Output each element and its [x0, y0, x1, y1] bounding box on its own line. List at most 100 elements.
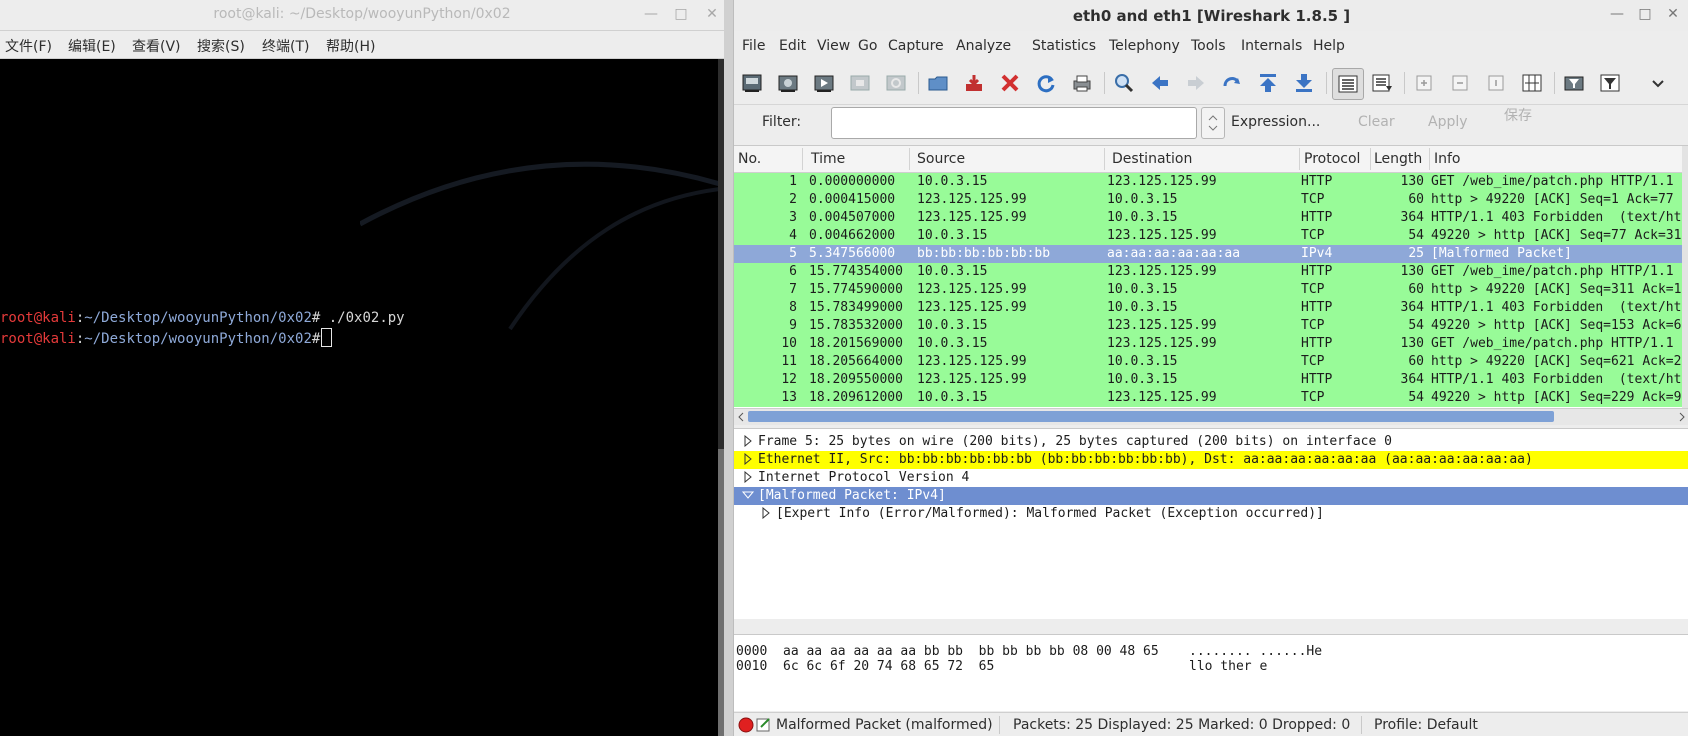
menu-statistics[interactable]: Statistics — [1032, 38, 1096, 54]
column-header-info[interactable]: Info — [1434, 151, 1461, 167]
colorize-icon[interactable] — [1332, 68, 1364, 100]
packet-row[interactable]: 5 5.347566000 bb:bb:bb:bb:bb:bb aa:aa:aa:aa… — [734, 245, 1682, 263]
close-icon[interactable]: ✕ — [1663, 4, 1683, 24]
find-packet-icon[interactable] — [1110, 69, 1138, 97]
go-back-icon[interactable] — [1146, 69, 1174, 97]
column-header-source[interactable]: Source — [917, 151, 965, 167]
menu-telephony[interactable]: Telephony — [1109, 38, 1180, 54]
capture-comment-icon[interactable] — [756, 717, 772, 733]
close-file-icon[interactable] — [996, 69, 1024, 97]
bytes-offset[interactable]: 0000 — [736, 644, 767, 659]
detail-row[interactable]: [Expert Info (Error/Malformed): Malforme… — [734, 505, 1688, 523]
menu-terminal[interactable]: 终端(T) — [262, 36, 309, 56]
reload-icon[interactable] — [1032, 69, 1060, 97]
menu-help[interactable]: 帮助(H) — [326, 36, 375, 56]
menu-capture[interactable]: Capture — [888, 38, 944, 54]
packet-row[interactable]: 1 0.000000000 10.0.3.15 123.125.125.99 HTTP 1… — [734, 173, 1682, 191]
column-header-protocol[interactable]: Protocol — [1304, 151, 1360, 167]
detail-row[interactable]: Ethernet II, Src: bb:bb:bb:bb:bb:bb (bb:… — [734, 451, 1688, 469]
detail-row[interactable]: [Malformed Packet: IPv4] — [734, 487, 1688, 505]
packet-list-scrollbar[interactable] — [1682, 146, 1688, 408]
stop-capture-icon[interactable] — [846, 69, 874, 97]
bytes-ascii[interactable]: llo ther e — [1189, 659, 1267, 674]
menu-view[interactable]: View — [817, 38, 850, 54]
scroll-right-icon[interactable] — [1675, 409, 1688, 425]
packet-row[interactable]: 4 0.004662000 10.0.3.15 123.125.125.99 TCP 54… — [734, 227, 1682, 245]
scrollbar-thumb[interactable] — [748, 411, 1554, 422]
detail-row[interactable]: Frame 5: 25 bytes on wire (200 bits), 25… — [734, 433, 1688, 451]
expander-closed-icon[interactable] — [742, 471, 754, 483]
filter-history-stepper[interactable] — [1201, 107, 1225, 139]
menu-edit[interactable]: 编辑(E) — [68, 36, 116, 56]
minimize-icon[interactable]: — — [642, 5, 660, 23]
menu-file[interactable]: 文件(F) — [5, 36, 52, 56]
bytes-hex[interactable]: 6c 6c 6f 20 74 68 65 72 65 — [783, 659, 994, 674]
bytes-offset[interactable]: 0010 — [736, 659, 767, 674]
packet-row[interactable]: 3 0.004507000 123.125.125.99 10.0.3.15 HTTP 3… — [734, 209, 1682, 227]
packet-row[interactable]: 12 18.209550000 123.125.125.99 10.0.3.15 HTT… — [734, 371, 1682, 389]
expander-open-icon[interactable] — [742, 489, 754, 501]
start-capture-icon[interactable] — [810, 69, 838, 97]
packet-row[interactable]: 7 15.774590000 123.125.125.99 10.0.3.15 TCP 6… — [734, 281, 1682, 299]
save-file-icon[interactable] — [960, 69, 988, 97]
detail-row[interactable]: Internet Protocol Version 4 — [734, 469, 1688, 487]
filter-input[interactable] — [831, 107, 1197, 139]
column-header-destination[interactable]: Destination — [1112, 151, 1192, 167]
column-header-no[interactable]: No. — [738, 151, 761, 167]
normal-size-icon[interactable] — [1482, 69, 1510, 97]
expander-closed-icon[interactable] — [742, 453, 754, 465]
column-header-time[interactable]: Time — [811, 151, 845, 167]
menu-help[interactable]: Help — [1313, 38, 1345, 54]
go-last-icon[interactable] — [1290, 69, 1318, 97]
expander-closed-icon[interactable] — [742, 435, 754, 447]
menu-go[interactable]: Go — [858, 38, 877, 54]
clear-button[interactable]: Clear — [1358, 114, 1395, 130]
interfaces-icon[interactable] — [738, 69, 766, 97]
packet-list-hscrollbar[interactable] — [734, 408, 1688, 425]
resize-columns-icon[interactable] — [1518, 69, 1546, 97]
capture-filters-icon[interactable] — [1560, 69, 1588, 97]
close-icon[interactable]: ✕ — [703, 5, 721, 23]
menu-search[interactable]: 搜索(S) — [197, 36, 245, 56]
packet-cell-src: 123.125.125.99 — [917, 210, 1027, 225]
auto-scroll-icon[interactable] — [1368, 69, 1396, 97]
save-filter-button[interactable]: 保存 — [1504, 105, 1532, 125]
bytes-hex[interactable]: aa aa aa aa aa aa bb bb bb bb bb bb 08 0… — [783, 644, 1159, 659]
go-first-icon[interactable] — [1254, 69, 1282, 97]
expert-error-icon[interactable] — [738, 717, 754, 733]
go-to-packet-icon[interactable] — [1218, 69, 1246, 97]
column-header-length[interactable]: Length — [1374, 151, 1422, 167]
maximize-icon[interactable]: □ — [1635, 4, 1655, 24]
go-forward-icon[interactable] — [1182, 69, 1210, 97]
chevron-down-icon[interactable] — [1650, 69, 1666, 97]
packet-row[interactable]: 2 0.000415000 123.125.125.99 10.0.3.15 TCP 60… — [734, 191, 1682, 209]
capture-options-icon[interactable] — [774, 69, 802, 97]
minimize-icon[interactable]: — — [1607, 4, 1627, 24]
restart-capture-icon[interactable] — [882, 69, 910, 97]
terminal-screen[interactable]: root@kali:~/Desktop/wooyunPython/0x02# .… — [0, 59, 718, 736]
zoom-in-icon[interactable] — [1410, 69, 1438, 97]
zoom-out-icon[interactable] — [1446, 69, 1474, 97]
menu-internals[interactable]: Internals — [1241, 38, 1302, 54]
packet-row[interactable]: 9 15.783532000 10.0.3.15 123.125.125.99 TCP 5… — [734, 317, 1682, 335]
maximize-icon[interactable]: □ — [672, 5, 690, 23]
menu-tools[interactable]: Tools — [1191, 38, 1226, 54]
packet-row[interactable]: 6 15.774354000 10.0.3.15 123.125.125.99 HTTP… — [734, 263, 1682, 281]
packet-row[interactable]: 11 18.205664000 123.125.125.99 10.0.3.15 TCP… — [734, 353, 1682, 371]
menu-edit[interactable]: Edit — [779, 38, 806, 54]
expression-button[interactable]: Expression... — [1231, 114, 1320, 130]
print-icon[interactable] — [1068, 69, 1096, 97]
menu-file[interactable]: File — [742, 38, 765, 54]
packet-row[interactable]: 10 18.201569000 10.0.3.15 123.125.125.99 HTT… — [734, 335, 1682, 353]
profile-text[interactable]: Profile: Default — [1374, 717, 1478, 733]
display-filters-icon[interactable] — [1596, 69, 1624, 97]
scroll-left-icon[interactable] — [734, 409, 748, 425]
menu-view[interactable]: 查看(V) — [132, 36, 181, 56]
packet-row[interactable]: 8 15.783499000 123.125.125.99 10.0.3.15 HTTP… — [734, 299, 1682, 317]
expander-closed-icon[interactable] — [760, 507, 772, 519]
menu-analyze[interactable]: Analyze — [956, 38, 1011, 54]
bytes-ascii[interactable]: ........ ......He — [1189, 644, 1322, 659]
packet-row[interactable]: 13 18.209612000 10.0.3.15 123.125.125.99 TCP… — [734, 389, 1682, 407]
apply-button[interactable]: Apply — [1428, 114, 1468, 130]
open-file-icon[interactable] — [924, 69, 952, 97]
